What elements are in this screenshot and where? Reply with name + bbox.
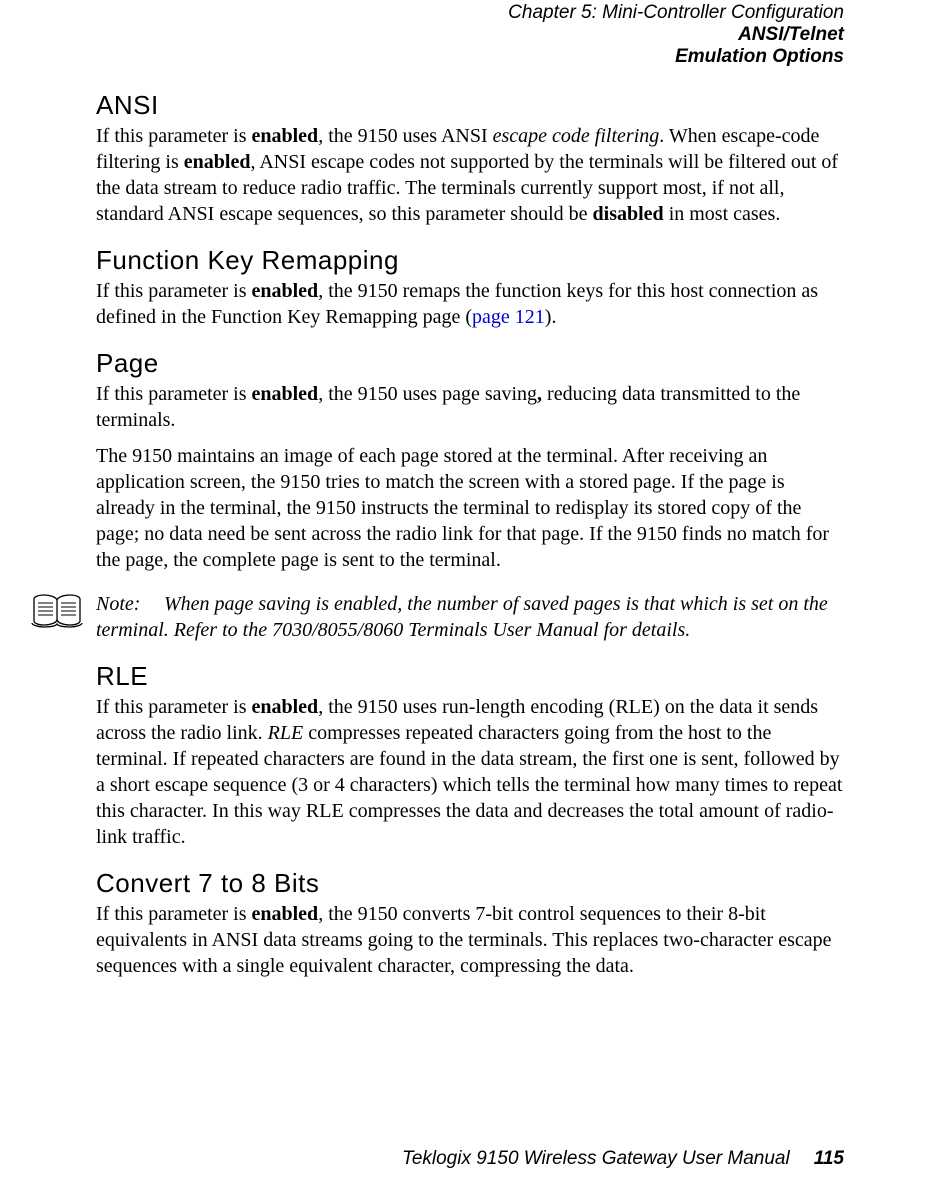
- footer-book-title: Teklogix 9150 Wireless Gateway User Manu…: [402, 1148, 790, 1169]
- text-italic: RLE: [268, 722, 304, 744]
- rle-paragraph: If this parameter is enabled, the 9150 u…: [96, 694, 844, 850]
- text: If this parameter is: [96, 383, 252, 405]
- section-title-convert: Convert 7 to 8 Bits: [96, 868, 844, 899]
- text-bold: disabled: [593, 203, 664, 225]
- note-body: When page saving is enabled, the number …: [96, 593, 828, 641]
- page-paragraph-1: If this parameter is enabled, the 9150 u…: [96, 381, 844, 433]
- note-text: Note:When page saving is enabled, the nu…: [96, 591, 844, 643]
- page-header: Chapter 5: Mini-Controller Configuration…: [96, 0, 844, 68]
- ansi-paragraph: If this parameter is enabled, the 9150 u…: [96, 123, 844, 227]
- text-italic: escape code filtering: [493, 125, 660, 147]
- page-paragraph-2: The 9150 maintains an image of each page…: [96, 443, 844, 573]
- text-bold: enabled: [252, 280, 319, 302]
- text-bold: enabled: [184, 151, 251, 173]
- text-bold: enabled: [252, 696, 319, 718]
- note-block: Note:When page saving is enabled, the nu…: [30, 591, 844, 643]
- fkey-paragraph: If this parameter is enabled, the 9150 r…: [96, 278, 844, 330]
- text-bold: enabled: [252, 903, 319, 925]
- text: in most cases.: [664, 203, 781, 225]
- convert-paragraph: If this parameter is enabled, the 9150 c…: [96, 901, 844, 979]
- book-icon: [30, 593, 84, 629]
- header-subtitle-1: ANSI/Telnet: [96, 24, 844, 46]
- text: , the 9150 uses page saving: [318, 383, 537, 405]
- note-label: Note:: [96, 591, 164, 617]
- text: ).: [545, 306, 557, 328]
- section-title-rle: RLE: [96, 661, 844, 692]
- footer-page-number: 115: [814, 1148, 844, 1169]
- page-link[interactable]: page 121: [472, 306, 545, 328]
- text-bold: enabled: [252, 125, 319, 147]
- page-footer: Teklogix 9150 Wireless Gateway User Manu…: [402, 1148, 844, 1170]
- text: If this parameter is: [96, 696, 252, 718]
- text-bold: enabled: [252, 383, 319, 405]
- section-title-fkey: Function Key Remapping: [96, 245, 844, 276]
- text: , the 9150 uses ANSI: [318, 125, 492, 147]
- text: If this parameter is: [96, 903, 252, 925]
- section-title-page: Page: [96, 348, 844, 379]
- section-title-ansi: ANSI: [96, 90, 844, 121]
- text: If this parameter is: [96, 280, 252, 302]
- page: Chapter 5: Mini-Controller Configuration…: [0, 0, 930, 1198]
- header-subtitle-2: Emulation Options: [96, 46, 844, 68]
- text: If this parameter is: [96, 125, 252, 147]
- chapter-label: Chapter 5: Mini-Controller Configuration: [96, 2, 844, 24]
